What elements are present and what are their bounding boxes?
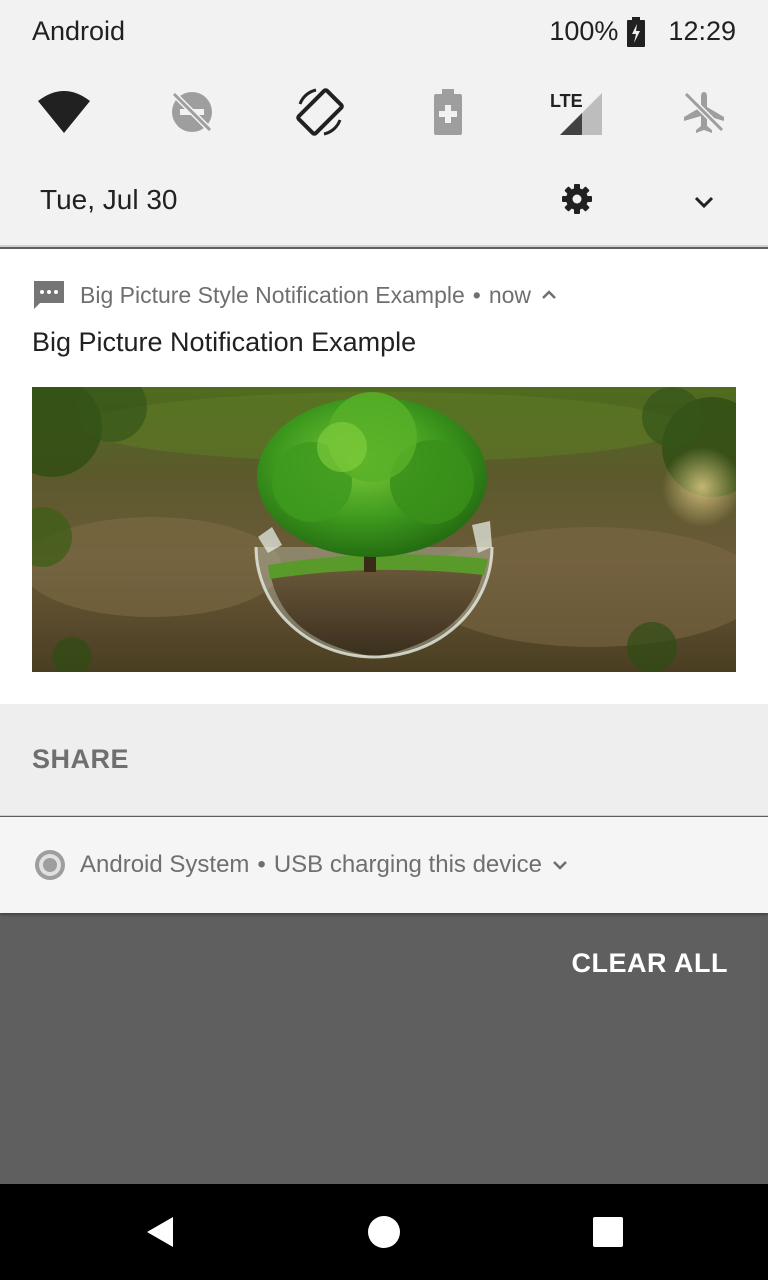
mobile-data-tile[interactable]: LTE (544, 80, 608, 144)
notification-app-name: Big Picture Style Notification Example (80, 281, 465, 308)
battery-saver-tile[interactable] (416, 80, 480, 144)
do-not-disturb-off-icon (171, 91, 213, 133)
carrier-label: Android (32, 16, 126, 46)
chevron-up-icon[interactable] (539, 285, 559, 305)
system-notification-header: Android System • USB charging this devic… (34, 849, 570, 881)
separator-dot: • (472, 281, 481, 308)
back-icon (147, 1217, 173, 1247)
wifi-icon (38, 91, 90, 133)
clear-all-button[interactable]: CLEAR ALL (572, 948, 728, 979)
settings-gear-icon[interactable] (560, 182, 594, 216)
auto-rotate-tile[interactable] (288, 80, 352, 144)
quick-settings-tiles: LTE (0, 80, 768, 144)
chevron-down-icon[interactable] (690, 188, 718, 216)
navigation-bar (0, 1184, 768, 1280)
airplane-mode-tile[interactable] (672, 80, 736, 144)
chevron-down-icon[interactable] (550, 855, 570, 875)
android-system-icon (35, 850, 65, 880)
notification-actions: SHARE (0, 704, 768, 816)
auto-rotate-icon (296, 88, 344, 136)
do-not-disturb-tile[interactable] (160, 80, 224, 144)
message-icon (34, 281, 64, 309)
system-notification-text: USB charging this device (273, 851, 542, 878)
share-button[interactable]: SHARE (32, 744, 129, 775)
system-app-name: Android System (80, 851, 250, 878)
tree-in-glass-sphere-image (32, 387, 736, 672)
date-label: Tue, Jul 30 (40, 184, 178, 215)
recents-button[interactable] (560, 1184, 656, 1280)
home-button[interactable] (336, 1184, 432, 1280)
usb-charging-notification[interactable]: Android System • USB charging this devic… (0, 817, 768, 913)
notification-title: Big Picture Notification Example (32, 327, 417, 357)
back-button[interactable] (112, 1184, 208, 1280)
clock: 12:29 (668, 16, 736, 46)
battery-charging-icon (627, 16, 646, 47)
home-icon (368, 1216, 400, 1248)
lte-badge: LTE (550, 91, 583, 111)
battery-saver-icon (434, 89, 462, 135)
quick-settings-panel: Android 100% 12:29 LTE Tue, Jul 30 (0, 0, 768, 247)
notification-header: Big Picture Style Notification Example •… (32, 279, 559, 311)
airplane-mode-icon (683, 91, 725, 133)
mobile-data-icon: LTE (550, 91, 602, 135)
wifi-tile[interactable] (32, 80, 96, 144)
separator-dot: • (257, 851, 266, 878)
battery-percentage: 100% (549, 16, 619, 46)
recents-icon (593, 1217, 623, 1247)
status-icons: 100% 12:29 (549, 16, 736, 47)
date-row: Tue, Jul 30 (0, 170, 768, 230)
notification-time: now (488, 281, 532, 308)
big-picture-notification[interactable]: Big Picture Style Notification Example •… (0, 249, 768, 704)
